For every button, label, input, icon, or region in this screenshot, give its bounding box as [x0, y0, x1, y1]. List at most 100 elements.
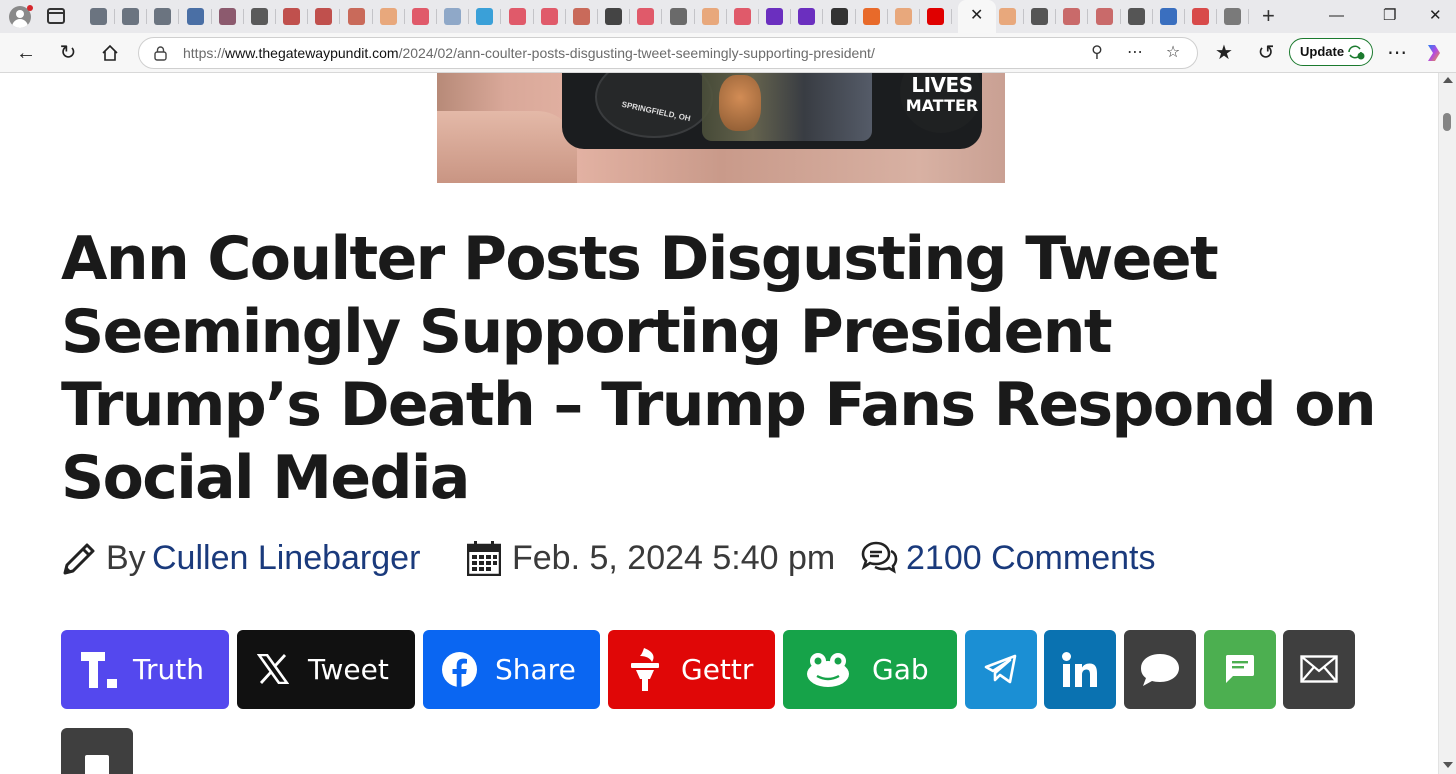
tab-separator — [886, 9, 888, 24]
ap-icon[interactable] — [830, 8, 848, 25]
h-icon[interactable] — [1160, 8, 1177, 25]
tab-separator — [1184, 9, 1185, 24]
minimize-icon[interactable]: — — [1329, 5, 1344, 27]
tab-separator — [1119, 9, 1121, 24]
mug-lives-text: LIVES — [911, 73, 973, 97]
globe-icon[interactable] — [90, 8, 107, 25]
m-icon[interactable] — [1095, 8, 1113, 25]
refresh-icon[interactable]: ↻ — [55, 40, 81, 66]
history-icon[interactable]: ↺ — [1253, 40, 1279, 66]
url-text[interactable]: https://www.thegatewaypundit.com/2024/02… — [183, 38, 875, 68]
reader-icon[interactable]: ⋯ — [1125, 43, 1145, 63]
tab-separator — [532, 9, 534, 24]
comments-link[interactable]: 2100 Comments — [906, 536, 1155, 580]
address-bar[interactable]: https://www.thegatewaypundit.com/2024/02… — [138, 37, 1198, 69]
copilot-icon[interactable] — [1421, 40, 1447, 66]
scroll-down-arrow-icon[interactable] — [1443, 762, 1453, 768]
tab-separator — [790, 9, 792, 24]
home-icon[interactable] — [97, 40, 123, 66]
nr-icon[interactable] — [605, 8, 623, 25]
restore-icon[interactable]: ❐ — [1383, 5, 1396, 27]
new-tab-button[interactable]: + — [1262, 3, 1275, 29]
share-gettr-button[interactable]: Gettr — [608, 630, 775, 709]
mug-matter-text: MATTER — [905, 96, 979, 115]
vertical-scrollbar[interactable] — [1438, 73, 1456, 774]
play-icon[interactable] — [540, 8, 558, 25]
circle-icon[interactable] — [379, 8, 397, 25]
yahoo-icon[interactable] — [798, 8, 816, 25]
doc-icon[interactable] — [347, 8, 365, 25]
r-icon[interactable] — [283, 8, 301, 25]
share-email-button[interactable] — [1283, 630, 1355, 709]
tab-separator — [693, 9, 695, 24]
share-sms-button[interactable] — [1204, 630, 1276, 709]
print-button[interactable] — [61, 728, 133, 774]
favorite-star-icon[interactable]: ☆ — [1163, 43, 1183, 63]
share-gab-label: Gab — [872, 653, 929, 686]
gettr-icon — [631, 648, 659, 691]
play-icon[interactable] — [508, 8, 526, 25]
share-gab-button[interactable]: Gab — [783, 630, 957, 709]
share-facebook-button[interactable]: Share — [423, 630, 600, 709]
share-tweet-button[interactable]: Tweet — [237, 630, 415, 709]
tab-separator — [307, 9, 309, 24]
tab-separator — [1151, 9, 1153, 24]
tab-separator — [661, 9, 663, 24]
tab-separator — [371, 9, 373, 24]
window-close-icon[interactable]: ✕ — [1429, 5, 1442, 27]
share-truth-button[interactable]: Truth — [61, 630, 229, 709]
bookmark-icon[interactable] — [999, 8, 1016, 25]
author-link[interactable]: Cullen Linebarger — [152, 536, 420, 580]
scroll-thumb[interactable] — [1443, 113, 1451, 131]
tab-separator — [210, 9, 212, 24]
news-icon[interactable] — [186, 8, 204, 25]
more-options-icon[interactable]: ⋯ — [1384, 40, 1410, 66]
b-icon[interactable] — [701, 8, 719, 25]
play-icon[interactable] — [734, 8, 751, 25]
tab-separator — [436, 9, 437, 24]
mug-cat-graphic — [719, 75, 761, 131]
update-button[interactable]: Update — [1289, 38, 1373, 66]
globe-icon[interactable] — [122, 8, 140, 25]
scroll-up-arrow-icon[interactable] — [1443, 77, 1453, 83]
pen-icon[interactable] — [444, 8, 462, 25]
play-icon[interactable] — [412, 8, 429, 25]
truth-icon — [81, 652, 117, 688]
m-icon[interactable] — [1063, 8, 1081, 25]
tag-icon[interactable] — [218, 8, 236, 25]
doc-icon[interactable] — [573, 8, 590, 25]
yahoo-icon[interactable] — [766, 8, 784, 25]
bookmark-icon[interactable] — [862, 8, 880, 25]
tab-separator — [854, 9, 856, 24]
tab-actions-icon[interactable] — [47, 8, 65, 24]
r-icon[interactable] — [315, 8, 333, 25]
globe-icon[interactable] — [154, 8, 172, 25]
s-icon[interactable] — [1192, 8, 1210, 25]
google-icon[interactable] — [1224, 8, 1242, 25]
gp-icon[interactable] — [669, 8, 687, 25]
tab-separator — [178, 9, 180, 24]
c-icon[interactable] — [476, 8, 494, 25]
favorites-icon[interactable]: ★ — [1211, 40, 1237, 66]
lock-icon[interactable] — [154, 46, 167, 61]
share-comment-button[interactable] — [1124, 630, 1196, 709]
play-icon[interactable] — [637, 8, 655, 25]
arrow-icon[interactable] — [251, 8, 268, 25]
close-tab-icon[interactable]: ✕ — [970, 6, 983, 26]
by-label: By — [106, 539, 146, 577]
calendar-icon — [467, 541, 501, 576]
r-icon[interactable] — [1127, 8, 1145, 25]
share-linkedin-button[interactable] — [1044, 630, 1116, 709]
tab-separator — [951, 9, 953, 24]
r-icon[interactable] — [1031, 8, 1049, 25]
youtube-icon[interactable] — [927, 8, 945, 25]
tab-separator — [822, 9, 824, 24]
tab-strip: ✕ + — ❐ ✕ — [0, 0, 1456, 33]
tab-separator — [275, 9, 276, 24]
zoom-icon[interactable]: ⚲ — [1087, 43, 1107, 63]
tab-separator — [629, 9, 631, 24]
back-icon[interactable]: ← — [13, 40, 39, 66]
bookmark-icon[interactable] — [895, 8, 912, 25]
ad-banner-image[interactable]: SPRINGFIELD, OH LIVES MATTER — [437, 73, 1005, 183]
share-telegram-button[interactable] — [965, 630, 1037, 709]
